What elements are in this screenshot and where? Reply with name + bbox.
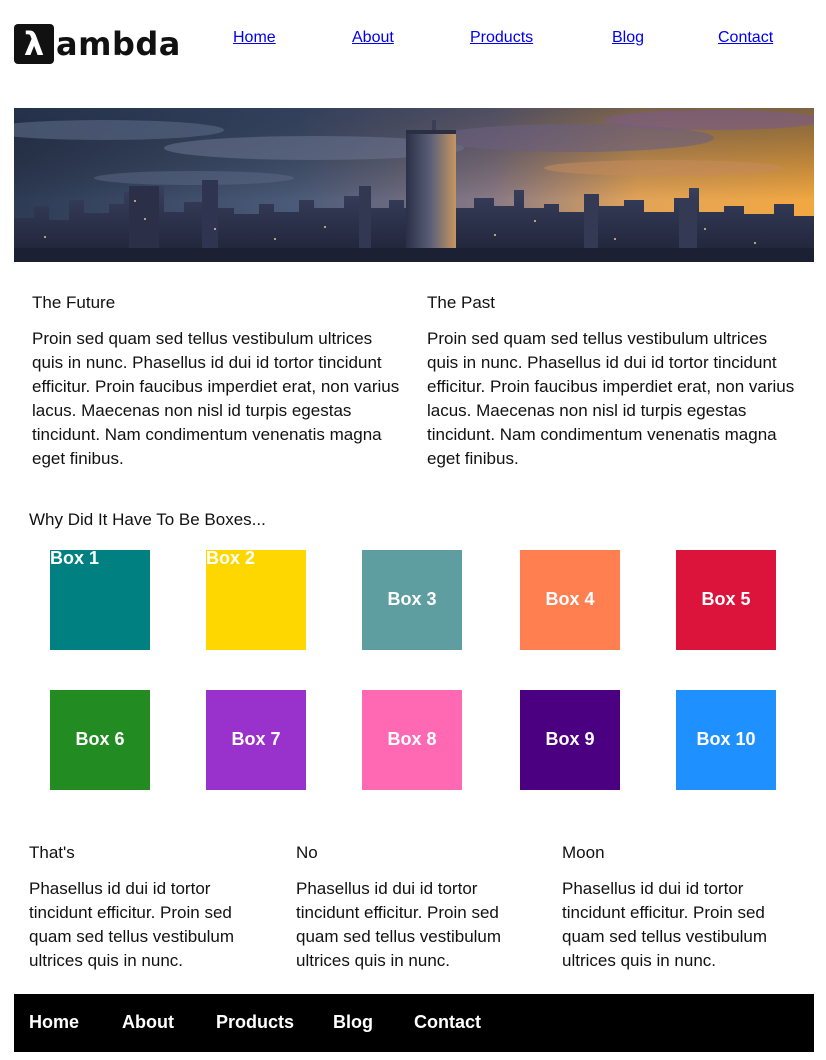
bottom-col-title: No (296, 843, 318, 862)
site-header: λ ambda Home About Products Blog Contact (0, 0, 826, 90)
bottom-col-3: Moon Phasellus id dui id tortor tincidun… (562, 842, 802, 973)
footer-link-products[interactable]: Products (216, 1012, 294, 1033)
box-3: Box 3 (362, 550, 462, 650)
footer-link-about[interactable]: About (122, 1012, 174, 1033)
box-label: Box 6 (75, 729, 125, 749)
footer-link-blog[interactable]: Blog (333, 1012, 373, 1033)
bottom-col-body: Phasellus id dui id tortor tincidunt eff… (296, 879, 502, 970)
logo[interactable]: λ ambda (14, 24, 181, 64)
section-body: Proin sed quam sed tellus vestibulum ult… (427, 329, 795, 468)
lambda-logo-icon: λ (14, 24, 54, 64)
site-footer: Home About Products Blog Contact (14, 994, 814, 1052)
nav-link-blog[interactable]: Blog (612, 29, 644, 51)
section-body: Proin sed quam sed tellus vestibulum ult… (32, 329, 400, 468)
bottom-col-title: Moon (562, 843, 605, 862)
box-label: Box 3 (387, 589, 437, 609)
box-8: Box 8 (362, 690, 462, 790)
section-title: The Future (32, 293, 116, 312)
bottom-col-body: Phasellus id dui id tortor tincidunt eff… (29, 879, 235, 970)
boxes-title: Why Did It Have To Be Boxes... (29, 510, 266, 529)
logo-text: ambda (56, 25, 181, 63)
box-label: Box 1 (50, 548, 100, 568)
hero-image (14, 108, 814, 262)
nav-link-products[interactable]: Products (470, 29, 533, 51)
box-5: Box 5 (676, 550, 776, 650)
footer-link-contact[interactable]: Contact (414, 1012, 481, 1033)
box-2: Box 2 (206, 548, 306, 650)
bottom-col-title: That's (29, 843, 75, 862)
nav-link-contact[interactable]: Contact (718, 29, 773, 51)
section-past: The Past Proin sed quam sed tellus vesti… (427, 292, 797, 471)
bottom-col-body: Phasellus id dui id tortor tincidunt eff… (562, 879, 768, 970)
box-4: Box 4 (520, 550, 620, 650)
box-label: Box 10 (696, 729, 756, 749)
bottom-col-1: That's Phasellus id dui id tortor tincid… (29, 842, 269, 973)
box-label: Box 8 (387, 729, 437, 749)
box-label: Box 9 (545, 729, 595, 749)
box-9: Box 9 (520, 690, 620, 790)
section-title: The Past (427, 293, 496, 312)
box-1: Box 1 (50, 548, 150, 650)
box-label: Box 7 (231, 729, 281, 749)
box-label: Box 4 (545, 589, 595, 609)
nav-link-home[interactable]: Home (233, 29, 276, 51)
nav-link-about[interactable]: About (352, 29, 394, 51)
box-label: Box 5 (701, 589, 751, 609)
box-label: Box 2 (206, 548, 256, 568)
footer-link-home[interactable]: Home (29, 1012, 79, 1033)
box-10: Box 10 (676, 690, 776, 790)
box-7: Box 7 (206, 690, 306, 790)
box-6: Box 6 (50, 690, 150, 790)
bottom-col-2: No Phasellus id dui id tortor tincidunt … (296, 842, 536, 973)
section-future: The Future Proin sed quam sed tellus ves… (32, 292, 402, 471)
